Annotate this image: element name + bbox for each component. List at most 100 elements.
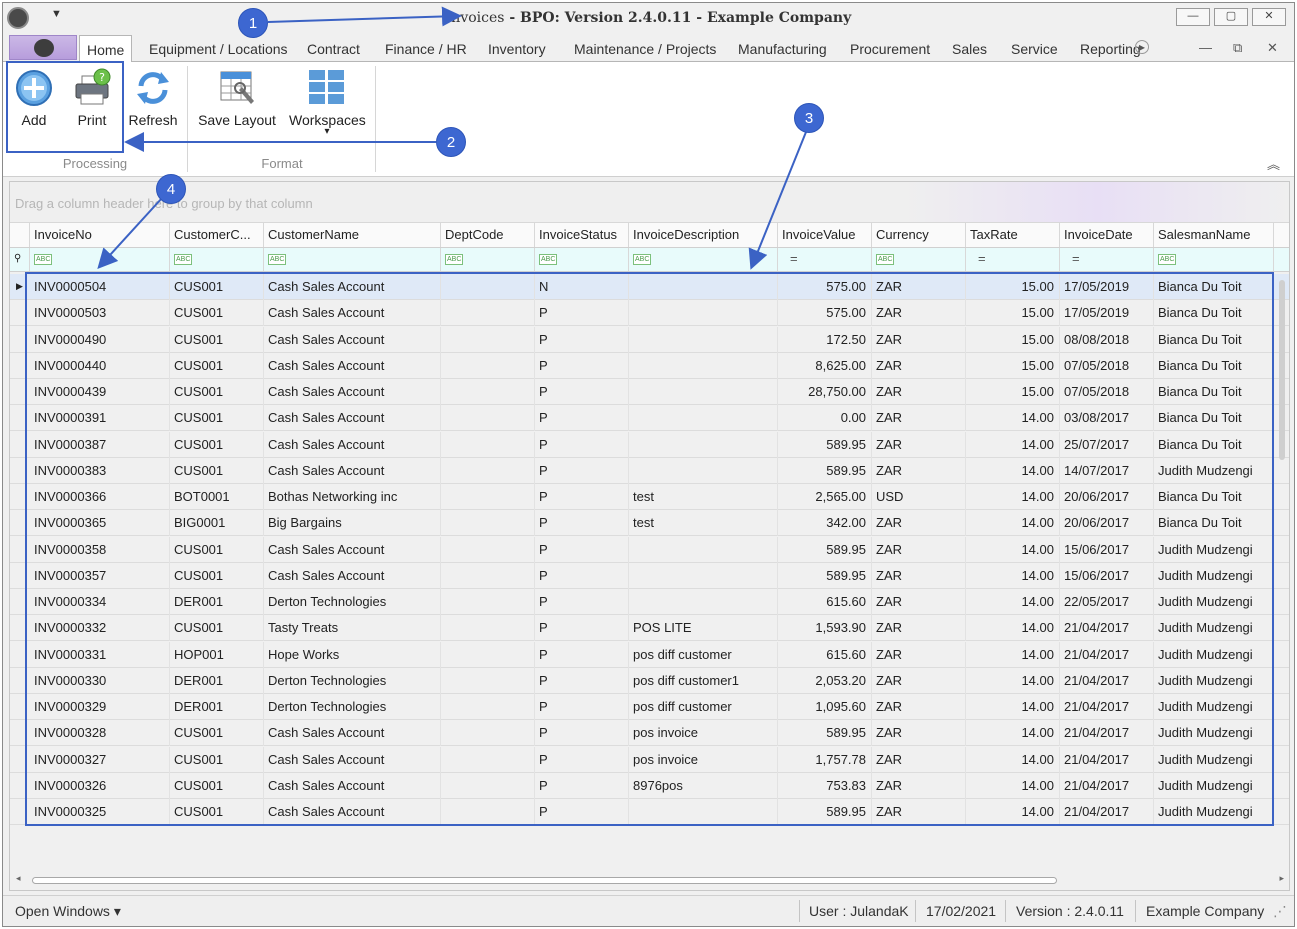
cell-dept-code[interactable] [441, 772, 535, 799]
cell-invoice-value[interactable]: 589.95 [778, 799, 872, 825]
filter-cell-currency[interactable]: ABC [872, 248, 966, 271]
cell-tax-rate[interactable]: 14.00 [966, 641, 1060, 668]
table-row[interactable]: INV0000490 CUS001 Cash Sales Account P 172.5… [10, 326, 1289, 353]
row-indicator[interactable] [10, 563, 29, 589]
cell-dept-code[interactable] [441, 431, 535, 458]
cell-currency[interactable]: ZAR [872, 379, 966, 405]
cell-dept-code[interactable] [441, 694, 535, 720]
column-header-customer-name[interactable]: CustomerName [264, 223, 441, 247]
cell-salesman-name[interactable]: Judith Mudzengi [1154, 457, 1274, 484]
cell-tax-rate[interactable]: 14.00 [966, 799, 1060, 825]
cell-invoice-date[interactable]: 25/07/2017 [1060, 431, 1154, 458]
row-indicator[interactable] [10, 432, 29, 458]
filter-cell-invoice-date[interactable]: = [1060, 248, 1154, 271]
cell-invoice-value[interactable]: 615.60 [778, 641, 872, 668]
table-row[interactable]: INV0000439 CUS001 Cash Sales Account P 28,75… [10, 379, 1289, 405]
cell-tax-rate[interactable]: 15.00 [966, 379, 1060, 405]
tab-scroll-right-icon[interactable]: ▸ [1135, 40, 1149, 54]
cell-customer-name[interactable]: Derton Technologies [264, 667, 441, 694]
cell-invoice-no[interactable]: INV0000504 [30, 274, 170, 300]
cell-invoice-no[interactable]: INV0000334 [30, 589, 170, 615]
cell-invoice-no[interactable]: INV0000328 [30, 720, 170, 747]
cell-invoice-no[interactable]: INV0000387 [30, 431, 170, 458]
cell-currency[interactable]: ZAR [872, 562, 966, 589]
cell-salesman-name[interactable]: Judith Mudzengi [1154, 589, 1274, 615]
tab-home[interactable]: Home [79, 35, 133, 62]
cell-invoice-status[interactable]: P [535, 562, 629, 589]
cell-invoice-no[interactable]: INV0000490 [30, 326, 170, 353]
table-row[interactable]: INV0000365 BIG0001 Big Bargains Ptest 342.00… [10, 510, 1289, 537]
table-row[interactable]: ▶ INV0000504 CUS001 Cash Sales Account N 575.… [10, 274, 1289, 300]
cell-salesman-name[interactable]: Bianca Du Toit [1154, 326, 1274, 353]
cell-invoice-description[interactable] [629, 589, 778, 615]
cell-invoice-value[interactable]: 2,565.00 [778, 484, 872, 510]
filter-contains-icon[interactable]: ABC [633, 254, 652, 265]
cell-salesman-name[interactable]: Bianca Du Toit [1154, 405, 1274, 432]
cell-invoice-description[interactable]: pos diff customer [629, 641, 778, 668]
cell-invoice-no[interactable]: INV0000391 [30, 405, 170, 432]
workspaces-button[interactable]: Workspaces ▾ [289, 68, 366, 137]
cell-dept-code[interactable] [441, 720, 535, 747]
cell-customer-name[interactable]: Cash Sales Account [264, 300, 441, 327]
cell-currency[interactable]: USD [872, 484, 966, 510]
cell-customer-code[interactable]: CUS001 [170, 457, 264, 484]
cell-invoice-no[interactable]: INV0000331 [30, 641, 170, 668]
cell-invoice-description[interactable]: POS LITE [629, 615, 778, 642]
cell-invoice-no[interactable]: INV0000439 [30, 379, 170, 405]
save-layout-button[interactable]: Save Layout [197, 68, 277, 128]
cell-customer-name[interactable]: Cash Sales Account [264, 431, 441, 458]
cell-customer-name[interactable]: Derton Technologies [264, 589, 441, 615]
row-indicator[interactable] [10, 300, 29, 326]
print-button[interactable]: ? Print [69, 68, 115, 128]
refresh-button[interactable]: Refresh [125, 68, 181, 128]
filter-contains-icon[interactable]: ABC [1158, 254, 1177, 265]
cell-tax-rate[interactable]: 14.00 [966, 615, 1060, 642]
cell-customer-name[interactable]: Cash Sales Account [264, 772, 441, 799]
row-indicator[interactable] [10, 327, 29, 353]
row-indicator[interactable] [10, 694, 29, 720]
filter-cell-invoice-description[interactable]: ABC [629, 248, 778, 271]
cell-dept-code[interactable] [441, 352, 535, 379]
cell-salesman-name[interactable]: Judith Mudzengi [1154, 694, 1274, 720]
cell-invoice-no[interactable]: INV0000383 [30, 457, 170, 484]
cell-tax-rate[interactable]: 14.00 [966, 694, 1060, 720]
cell-invoice-value[interactable]: 1,757.78 [778, 746, 872, 773]
row-indicator[interactable] [10, 773, 29, 799]
cell-invoice-description[interactable] [629, 300, 778, 327]
cell-dept-code[interactable] [441, 641, 535, 668]
scroll-left-icon[interactable]: ◂ [16, 873, 21, 884]
cell-invoice-value[interactable]: 0.00 [778, 405, 872, 432]
cell-invoice-value[interactable]: 342.00 [778, 510, 872, 537]
cell-tax-rate[interactable]: 14.00 [966, 746, 1060, 773]
cell-customer-name[interactable]: Cash Sales Account [264, 405, 441, 432]
tab-maintenance-projects[interactable]: Maintenance / Projects [574, 41, 716, 57]
cell-invoice-description[interactable] [629, 379, 778, 405]
cell-invoice-value[interactable]: 753.83 [778, 772, 872, 799]
vertical-scroll-thumb[interactable] [1279, 280, 1285, 460]
filter-contains-icon[interactable]: ABC [268, 254, 287, 265]
application-menu-button[interactable] [9, 35, 77, 60]
cell-invoice-date[interactable]: 17/05/2019 [1060, 300, 1154, 327]
filter-cell-dept-code[interactable]: ABC [441, 248, 535, 271]
cell-invoice-value[interactable]: 589.95 [778, 720, 872, 747]
cell-invoice-date[interactable]: 20/06/2017 [1060, 484, 1154, 510]
cell-invoice-description[interactable] [629, 405, 778, 432]
cell-invoice-status[interactable]: P [535, 510, 629, 537]
collapse-ribbon-icon[interactable]: ︽ [1267, 154, 1280, 173]
row-indicator[interactable] [10, 668, 29, 694]
cell-invoice-date[interactable]: 07/05/2018 [1060, 379, 1154, 405]
cell-invoice-date[interactable]: 07/05/2018 [1060, 352, 1154, 379]
cell-invoice-date[interactable]: 21/04/2017 [1060, 667, 1154, 694]
mdi-minimize-icon[interactable]: — [1199, 40, 1212, 55]
cell-invoice-status[interactable]: P [535, 589, 629, 615]
cell-dept-code[interactable] [441, 746, 535, 773]
cell-invoice-description[interactable]: pos invoice [629, 746, 778, 773]
cell-customer-name[interactable]: Derton Technologies [264, 694, 441, 720]
cell-invoice-value[interactable]: 8,625.00 [778, 352, 872, 379]
cell-invoice-no[interactable]: INV0000329 [30, 694, 170, 720]
table-row[interactable]: INV0000503 CUS001 Cash Sales Account P 575.0… [10, 300, 1289, 327]
cell-invoice-status[interactable]: N [535, 274, 629, 300]
cell-invoice-description[interactable] [629, 562, 778, 589]
cell-currency[interactable]: ZAR [872, 589, 966, 615]
cell-invoice-description[interactable]: pos diff customer1 [629, 667, 778, 694]
